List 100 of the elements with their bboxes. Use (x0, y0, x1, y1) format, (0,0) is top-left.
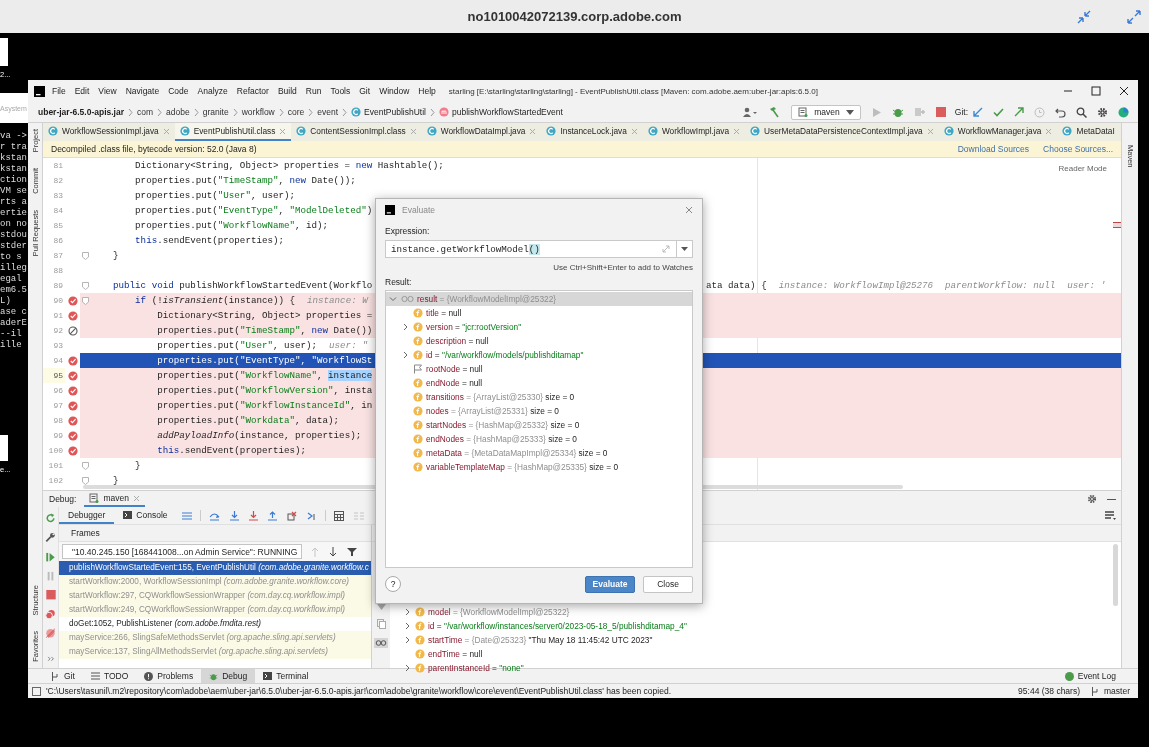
variable-entry[interactable]: version = "jcr:rootVersion" (426, 322, 522, 332)
triangle-down-icon[interactable] (376, 604, 386, 610)
menu-icon[interactable] (181, 511, 192, 520)
more-icon[interactable] (46, 656, 55, 662)
menu-item[interactable]: Git (359, 86, 371, 96)
variable-entry[interactable]: startNodes = {HashMap@25332} size = 0 (426, 420, 580, 430)
variable-entry[interactable]: endTime = null (428, 649, 483, 659)
menu-item[interactable]: Run (305, 86, 322, 96)
force-step-into-icon[interactable] (248, 510, 258, 521)
variable-entry[interactable]: rootNode = null (426, 364, 483, 374)
settings-icon[interactable] (1087, 494, 1097, 504)
variable-entry[interactable]: nodes = {ArrayList@25331} size = 0 (426, 406, 559, 416)
breakpoint-icon[interactable] (67, 385, 78, 396)
check-icon[interactable] (993, 107, 1004, 117)
tool-window-tab[interactable]: Git (43, 669, 83, 683)
view-tab[interactable]: Console (114, 507, 177, 524)
breakpoint-icon[interactable] (67, 295, 78, 306)
step-over-icon[interactable] (208, 510, 220, 521)
tool-window-tab[interactable]: Debug (201, 669, 256, 683)
wrench-icon[interactable] (45, 532, 56, 543)
banner-link[interactable]: Choose Sources... (1043, 144, 1113, 154)
help-button[interactable]: ? (385, 576, 401, 592)
run-configuration-dropdown[interactable]: maven (791, 104, 861, 120)
variable-entry[interactable]: id = "/var/workflow/instances/server0/2023-05-18_5/publishditamap_4" (428, 621, 687, 631)
push-arrow-icon[interactable] (1014, 107, 1024, 117)
menu-item[interactable]: File (52, 86, 66, 96)
event-log-button[interactable]: Event Log (1056, 669, 1124, 683)
variable-entry[interactable]: startTime = {Date@25323} "Thu May 18 11:45:42 UTC 2023" (428, 635, 653, 645)
variable-entry[interactable]: id = "/var/workflow/models/publishditamap" (426, 350, 584, 360)
breadcrumb-item[interactable]: adobe (162, 107, 194, 117)
breadcrumb-item[interactable]: publishWorkflowStartedEvent (435, 107, 567, 117)
editor-tab[interactable]: WorkflowImpl.java (642, 123, 746, 141)
square-icon[interactable] (32, 686, 41, 696)
filter-icon[interactable] (347, 546, 357, 557)
tool-window-tab[interactable]: TODO (82, 669, 137, 683)
menu-item[interactable]: Navigate (125, 86, 160, 96)
update-arrow-icon[interactable] (973, 107, 983, 117)
pause-icon[interactable] (45, 571, 56, 582)
calculator-icon[interactable] (333, 510, 344, 521)
expand-icon[interactable] (1127, 9, 1141, 24)
step-out-icon[interactable] (267, 510, 277, 521)
shrink-icon[interactable] (1077, 9, 1091, 24)
tool-window-tab[interactable]: Problems (136, 669, 202, 683)
editor-tab[interactable]: InstanceLock.java (541, 123, 643, 141)
variable-entry[interactable]: variableTemplateMap = {HashMap@25335} size = 0 (426, 462, 619, 472)
fold-icon[interactable] (82, 251, 89, 260)
evaluate-button[interactable]: Evaluate (585, 575, 635, 593)
breadcrumb-item[interactable]: EventPublishUtil (347, 107, 430, 117)
run-to-cursor-icon[interactable] (306, 510, 317, 521)
glasses-icon[interactable] (374, 638, 388, 648)
editor-tab[interactable]: ContentSessionImpl.class (291, 123, 422, 141)
menu-item[interactable]: Tools (330, 86, 351, 96)
stack-frame[interactable]: publishWorkflowStartedEvent:155, EventPublishUtil (com.adobe.granite.workflow.c (59, 561, 371, 575)
expand-icon[interactable] (662, 245, 670, 253)
variable-entry[interactable]: model = {WorkflowModelImpl@25322} (428, 607, 570, 617)
editor-tab[interactable]: WorkflowDataImpl.java (421, 123, 542, 141)
variable-entry[interactable]: endNode = null (426, 378, 483, 388)
caret-position[interactable]: 95:44 (38 chars) (1018, 686, 1080, 696)
variable-entry[interactable]: metaData = {MetaDataMapImpl@25334} size = 0 (426, 448, 608, 458)
variable-entry[interactable]: transitions = {ArrayList@25330} size = 0 (426, 392, 575, 402)
reader-mode-link[interactable]: Reader Mode (1058, 164, 1107, 173)
undo-icon[interactable] (1055, 106, 1066, 118)
settings-icon[interactable] (1097, 106, 1108, 118)
stop-icon[interactable] (935, 107, 946, 117)
variable-entry[interactable]: title = null (426, 308, 462, 318)
menu-item[interactable]: Code (168, 86, 189, 96)
breadcrumb-item[interactable]: uber-jar-6.5.0-apis.jar (34, 107, 128, 117)
branch-name[interactable]: master (1104, 686, 1130, 696)
breakpoint-icon[interactable] (67, 415, 78, 426)
menu-item[interactable]: Edit (74, 86, 90, 96)
breadcrumb-item[interactable]: com (133, 107, 158, 117)
editor-tab[interactable]: UserMetaDataPersistenceContextImpl.java (745, 123, 939, 141)
muted-breakpoint-icon[interactable] (67, 325, 78, 336)
caret-icon[interactable] (681, 247, 688, 251)
breadcrumb-item[interactable]: event (313, 107, 343, 117)
variable-entry[interactable]: endNodes = {HashMap@25333} size = 0 (426, 434, 577, 444)
menu-item[interactable]: Analyze (197, 86, 228, 96)
editor-tab[interactable]: MetaDataI (1057, 123, 1120, 141)
run-icon[interactable] (871, 106, 882, 118)
breakpoint-icon[interactable] (67, 400, 78, 411)
menu-item[interactable]: Help (418, 86, 436, 96)
menu-item[interactable]: Build (277, 86, 297, 96)
variable-entry[interactable]: description = null (426, 336, 489, 346)
tool-window-tab[interactable]: Terminal (255, 669, 317, 683)
stop-icon[interactable] (45, 590, 56, 600)
mute-breakpoints-icon[interactable] (45, 628, 56, 639)
step-into-icon[interactable] (229, 510, 239, 521)
layout-icon[interactable] (1105, 511, 1116, 520)
copy-icon[interactable] (376, 619, 386, 629)
variable-entry[interactable]: result = {WorkflowModelImpl@25322} (417, 294, 557, 304)
bug-icon[interactable] (891, 106, 904, 118)
expression-field[interactable]: instance.getWorkflowModel() (385, 240, 693, 258)
editor-tab[interactable]: EventPublishUtil.class (174, 123, 292, 141)
resume-icon[interactable] (45, 551, 56, 562)
hammer-icon[interactable] (768, 106, 781, 118)
menu-item[interactable]: View (98, 86, 117, 96)
menu-item[interactable]: Window (379, 86, 410, 96)
session-tab[interactable]: maven (84, 491, 145, 507)
stack-frame[interactable]: doGet:1052, PublishListener (com.adobe.fmdita.rest) (59, 617, 371, 631)
down-arrow-icon[interactable] (329, 546, 337, 557)
